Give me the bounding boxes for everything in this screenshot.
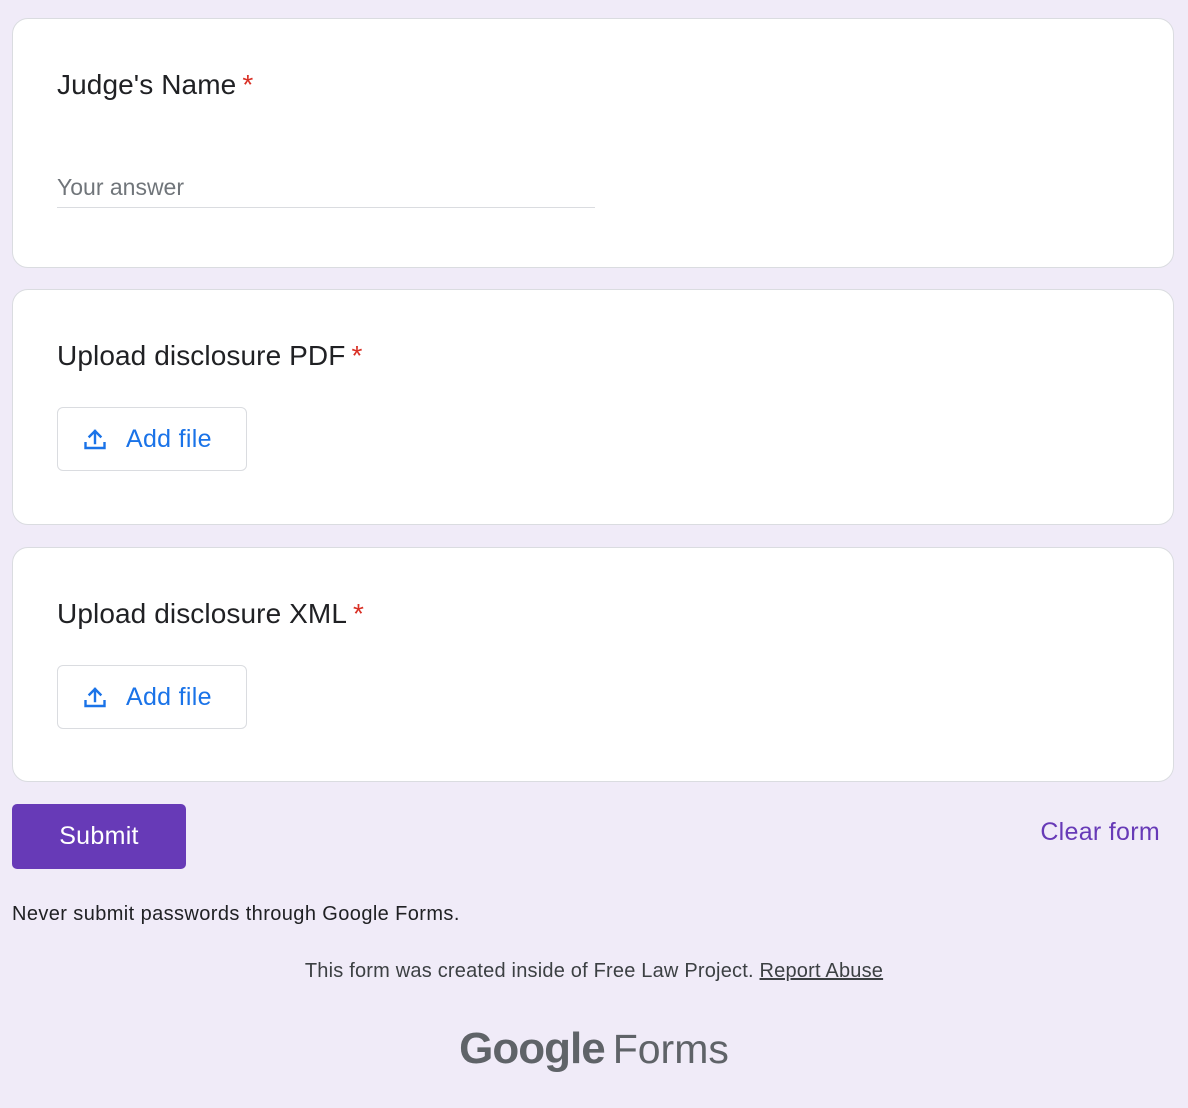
question-title-text: Upload disclosure PDF (57, 340, 346, 371)
footer-attribution: This form was created inside of Free Law… (0, 960, 1188, 983)
add-file-label: Add file (126, 424, 212, 453)
submit-button[interactable]: Submit (12, 804, 186, 869)
google-forms-logo[interactable]: Google Forms (0, 1024, 1188, 1074)
required-asterisk: * (353, 598, 365, 629)
question-card-judge-name: Judge's Name * (12, 18, 1174, 268)
created-by-text: This form was created inside of Free Law… (304, 960, 754, 982)
logo-forms-text: Forms (612, 1026, 729, 1072)
judge-name-input[interactable] (57, 167, 595, 208)
question-title-text: Judge's Name (57, 69, 237, 100)
required-asterisk: * (242, 69, 254, 100)
add-file-button-xml[interactable]: Add file (57, 665, 247, 729)
question-title: Upload disclosure XML * (57, 598, 364, 630)
password-warning: Never submit passwords through Google Fo… (12, 903, 460, 925)
question-title: Judge's Name * (57, 69, 253, 101)
report-abuse-link[interactable]: Report Abuse (760, 960, 884, 982)
question-card-upload-xml: Upload disclosure XML * Add file (12, 547, 1174, 782)
required-asterisk: * (351, 340, 363, 371)
question-title-text: Upload disclosure XML (57, 598, 348, 629)
question-card-upload-pdf: Upload disclosure PDF * Add file (12, 289, 1174, 525)
logo-google-text: Google (459, 1024, 606, 1073)
question-title: Upload disclosure PDF * (57, 340, 362, 372)
add-file-label: Add file (126, 682, 212, 711)
upload-icon (82, 684, 108, 710)
clear-form-button[interactable]: Clear form (1040, 818, 1160, 847)
upload-icon (82, 426, 108, 452)
add-file-button-pdf[interactable]: Add file (57, 407, 247, 471)
